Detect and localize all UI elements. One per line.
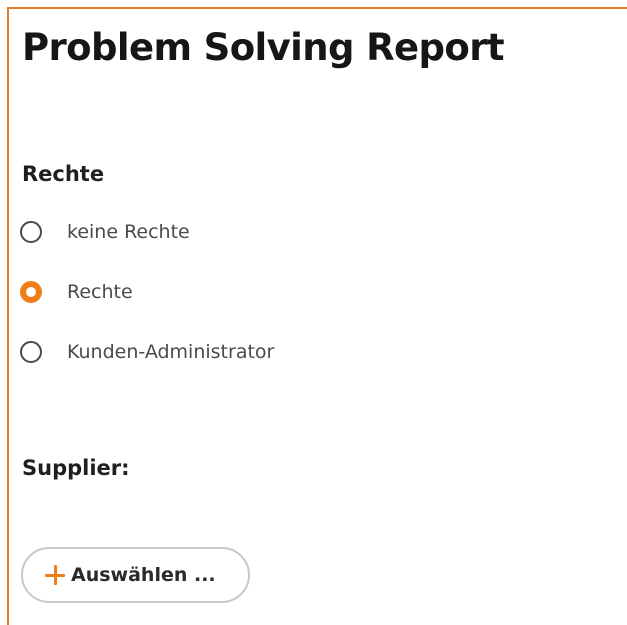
radio-option-kunden-administrator[interactable]: Kunden-Administrator [20,337,274,367]
radio-label: Rechte [67,281,133,303]
radio-label: Kunden-Administrator [67,341,275,363]
select-button-label: Auswählen ... [71,564,216,586]
select-supplier-button[interactable]: Auswählen ... [21,547,250,603]
rights-label: Rechte [22,162,105,186]
radio-label: keine Rechte [67,221,190,243]
radio-checked-icon[interactable] [20,281,42,303]
page-title: Problem Solving Report [22,26,505,69]
radio-unchecked-icon[interactable] [20,341,42,363]
plus-icon [45,565,65,585]
radio-unchecked-icon[interactable] [20,221,42,243]
panel-frame [7,7,627,625]
radio-option-keine-rechte[interactable]: keine Rechte [20,217,190,247]
supplier-label: Supplier: [22,456,130,480]
radio-option-rechte[interactable]: Rechte [20,277,133,307]
